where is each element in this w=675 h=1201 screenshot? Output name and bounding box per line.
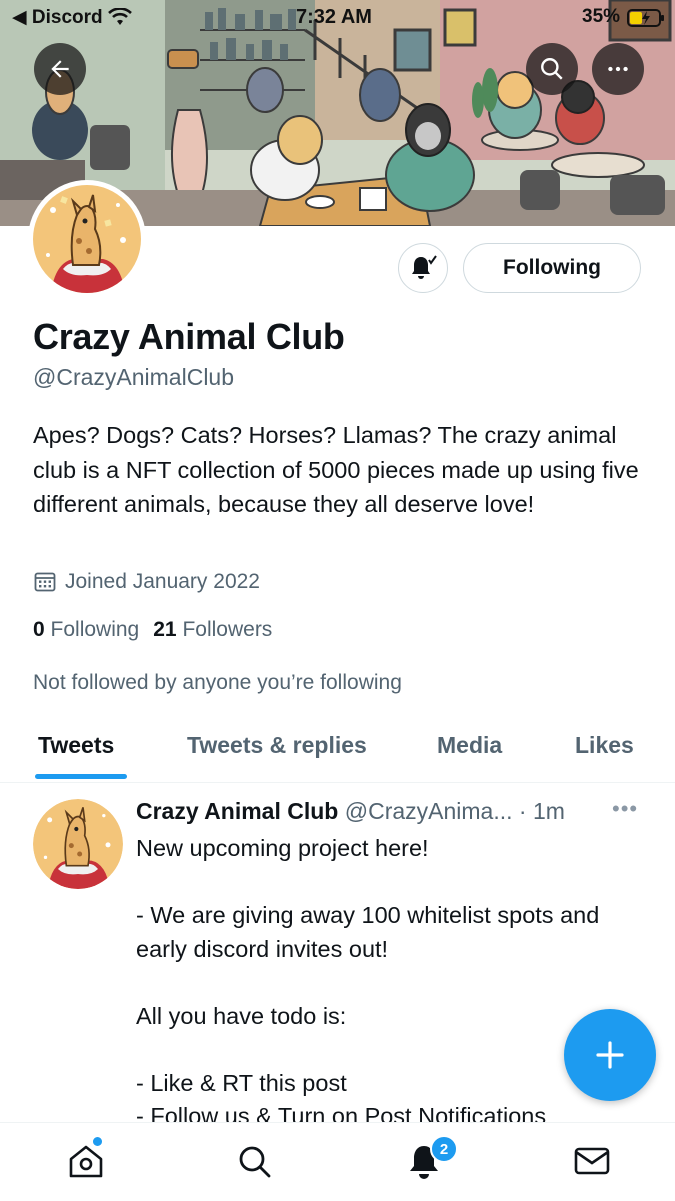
bell-subscribed-icon [412, 255, 437, 279]
search-icon [541, 58, 563, 80]
header-more-button[interactable] [592, 43, 644, 95]
calendar-icon [34, 572, 56, 592]
tab-tweets[interactable]: Tweets [38, 732, 114, 759]
following-count: 0 [33, 618, 45, 641]
wifi-icon [108, 8, 132, 26]
tweet-author-name[interactable]: Crazy Animal Club [136, 798, 338, 824]
follow-stats: 0 Following 21 Followers [33, 618, 272, 642]
joined-date: Joined January 2022 [33, 570, 260, 594]
bottom-navigation: 2 [0, 1122, 675, 1201]
notifications-badge: 2 [430, 1135, 458, 1163]
home-unread-dot [93, 1137, 102, 1146]
tweet-header: Crazy Animal Club @CrazyAnima... · 1m [136, 798, 565, 825]
battery-icon [627, 9, 667, 27]
following-button[interactable]: Following [463, 243, 641, 293]
tweet-line: - We are giving away 100 whitelist spots… [136, 902, 600, 962]
following-label: Following [50, 618, 140, 641]
avatar-image [33, 185, 141, 293]
active-tab-indicator [35, 774, 127, 779]
followers-label: Followers [182, 618, 273, 641]
avatar-image [33, 799, 123, 889]
back-button[interactable] [34, 43, 86, 95]
status-time: 7:32 AM [296, 6, 372, 28]
joined-date-text: Joined January 2022 [65, 570, 260, 593]
search-icon [239, 1146, 271, 1178]
tweet-avatar[interactable] [33, 799, 123, 889]
mail-icon [574, 1147, 610, 1175]
profile-handle: @CrazyAnimalClub [33, 364, 235, 390]
following-stat[interactable]: 0 Following [33, 618, 139, 641]
tweet-line: New upcoming project here! [136, 835, 429, 861]
profile-tabs: Tweets Tweets & replies Media Likes [0, 712, 675, 783]
nav-search[interactable] [234, 1141, 274, 1181]
followers-stat[interactable]: 21 Followers [153, 618, 272, 641]
tab-media[interactable]: Media [437, 732, 502, 759]
nav-home[interactable] [66, 1137, 106, 1181]
tweet-author-handle: @CrazyAnima... [344, 798, 513, 824]
tweet-line: - Follow us & Turn on Post Notifications [136, 1103, 547, 1122]
tab-tweets-replies[interactable]: Tweets & replies [187, 732, 367, 759]
arrow-left-icon [51, 60, 69, 78]
more-horizontal-icon [608, 66, 628, 72]
profile-avatar[interactable] [28, 180, 146, 298]
status-bar: ◀ Discord 7:32 AM 35% [0, 0, 675, 36]
notifications-toggle-button[interactable] [398, 243, 448, 293]
home-icon [69, 1145, 103, 1178]
tweet-more-button[interactable]: ••• [612, 796, 638, 822]
tab-likes[interactable]: Likes [575, 732, 634, 759]
followers-count: 21 [153, 618, 177, 641]
profile-bio: Apes? Dogs? Cats? Horses? Llamas? The cr… [33, 422, 639, 517]
nav-messages[interactable] [572, 1141, 612, 1181]
mutual-followers-note: Not followed by anyone you’re following [33, 671, 402, 694]
status-back-to-app[interactable]: ◀ Discord [12, 6, 103, 29]
compose-plus-icon [596, 1041, 624, 1069]
battery-percent: 35% [582, 6, 621, 27]
tweet-timestamp[interactable]: · 1m [519, 798, 565, 824]
header-search-button[interactable] [526, 43, 578, 95]
compose-tweet-button[interactable] [564, 1009, 656, 1101]
profile-display-name: Crazy Animal Club [33, 316, 345, 357]
nav-notifications[interactable]: 2 [404, 1135, 458, 1181]
